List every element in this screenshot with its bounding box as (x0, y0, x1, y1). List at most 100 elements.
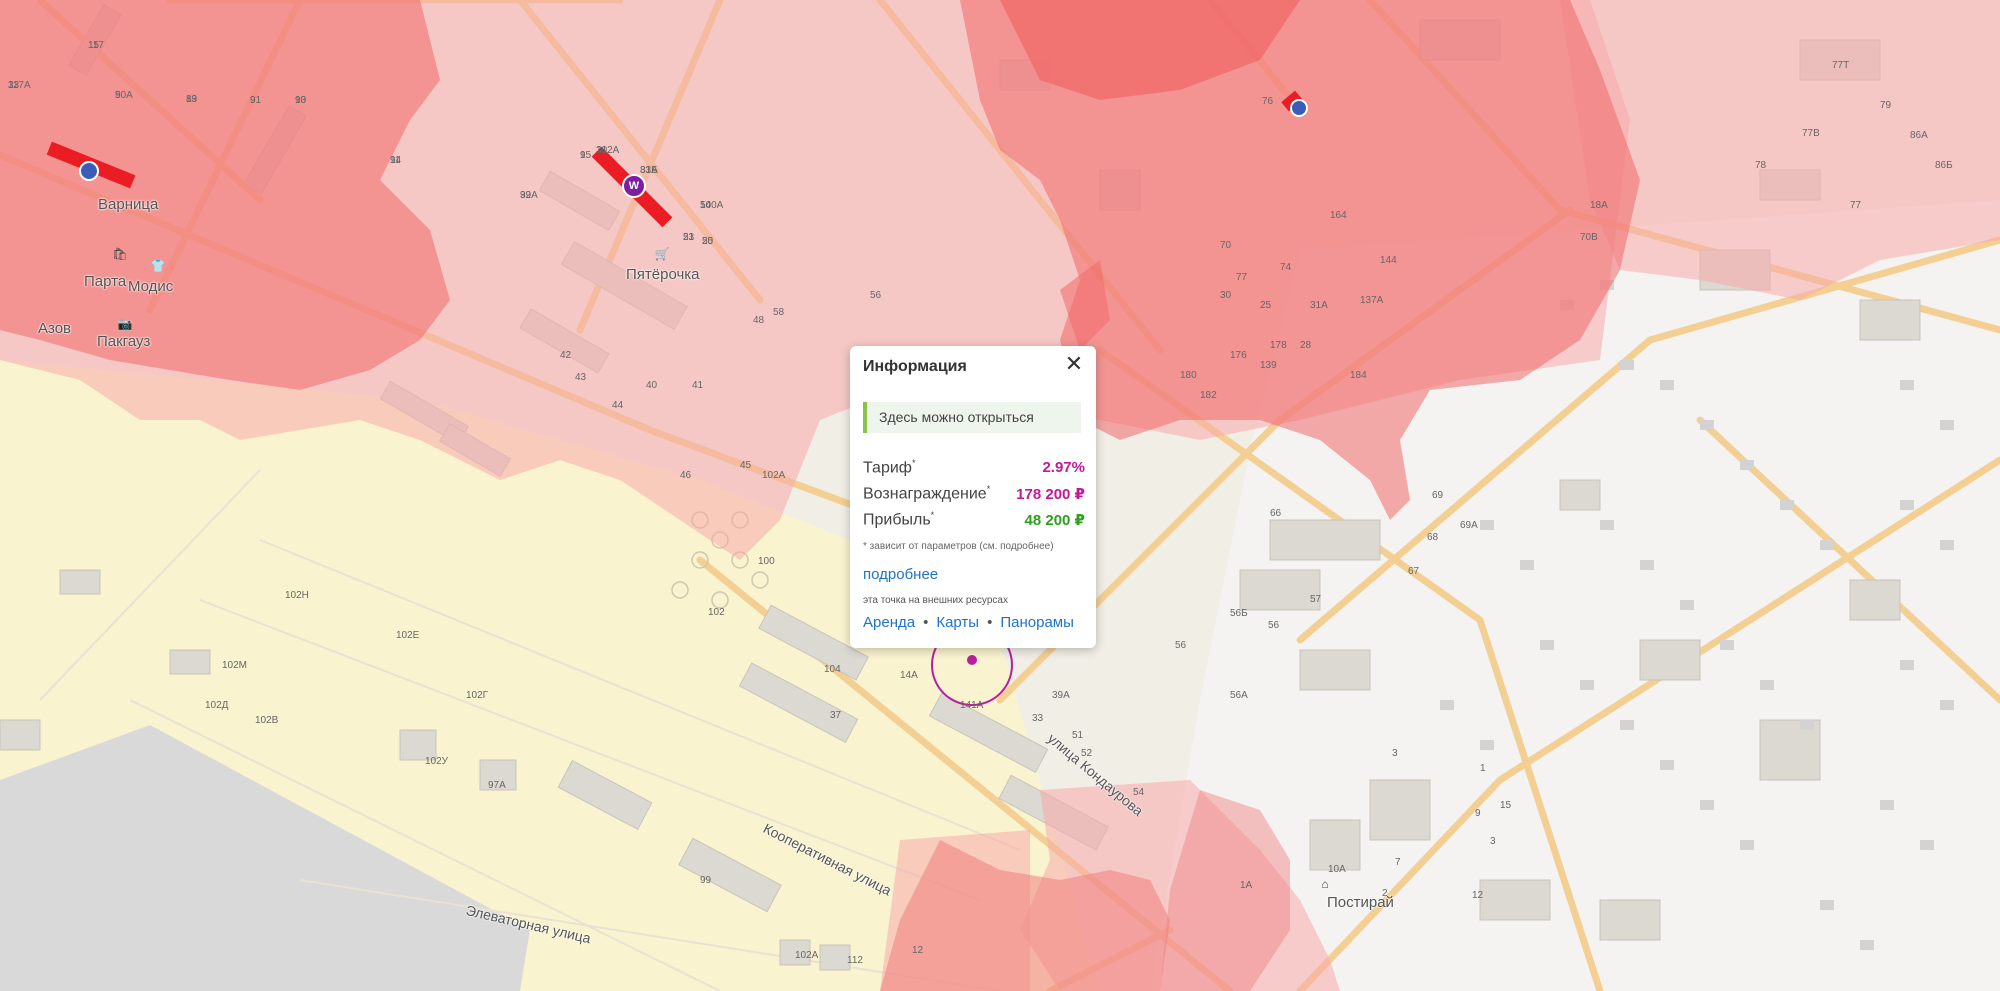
house-number: 33 (8, 80, 20, 91)
house-number: 99 (700, 875, 712, 886)
house-number: 102А (596, 145, 620, 156)
house-number: 102А (795, 950, 819, 961)
house-number: 66 (1270, 508, 1282, 519)
house-number: 58 (773, 307, 785, 318)
selected-point-marker[interactable] (967, 655, 977, 665)
laundry-icon[interactable]: ⌂ (1317, 876, 1333, 892)
house-number: 21 (683, 232, 695, 243)
house-number: 141А (960, 700, 984, 711)
house-number: 77 (1236, 272, 1248, 283)
house-number: 137А (1360, 295, 1384, 306)
house-number: 2 (1382, 888, 1388, 899)
house-number: 13 (186, 94, 198, 105)
house-number: 56Б (1230, 608, 1248, 619)
house-number: 3 (1490, 836, 1496, 847)
house-number: 25 (1260, 300, 1272, 311)
house-number: 180 (1180, 370, 1197, 381)
reward-label: Вознаграждение* (863, 484, 991, 503)
house-number: 102Д (205, 700, 229, 711)
house-number: 86А (1910, 130, 1928, 141)
house-number: 77 (1850, 200, 1862, 211)
pickup-point-icon[interactable] (1290, 99, 1308, 117)
house-number: 9 (1475, 808, 1481, 819)
house-number: 56 (1175, 640, 1187, 651)
link-separator: • (987, 614, 993, 631)
house-number: 3 (1392, 748, 1398, 759)
house-number: 68 (1427, 532, 1439, 543)
house-number: 70В (1580, 232, 1598, 243)
house-number: 178 (1270, 340, 1287, 351)
house-number: 102 (708, 607, 725, 618)
house-number: 31А (1310, 300, 1328, 311)
house-number: 39А (1052, 690, 1070, 701)
house-number: 42 (560, 350, 572, 361)
house-number: 102М (222, 660, 248, 671)
house-number: 102В (255, 715, 279, 726)
external-resources-text: эта точка на внешних ресурсах (863, 595, 1008, 606)
house-number: 33 (1032, 713, 1044, 724)
house-number: 44 (612, 400, 624, 411)
house-number: 11 (390, 155, 401, 166)
house-number: 48 (753, 315, 765, 326)
house-number: 176 (1230, 350, 1247, 361)
house-number: 10 (295, 95, 307, 106)
house-number: 102Г (466, 690, 489, 701)
reward-value: 178 200 ₽ (1016, 486, 1085, 503)
house-number: 78 (1755, 160, 1767, 171)
link-panoramy[interactable]: Панорамы (1000, 614, 1074, 631)
link-separator: • (923, 614, 929, 631)
camera-icon[interactable]: 📷 (117, 316, 133, 332)
popup-title: Информация (863, 358, 967, 375)
house-number: 56А (1230, 690, 1248, 701)
house-number: 12 (1472, 890, 1484, 901)
tariff-label: Тариф* (863, 458, 916, 477)
house-number: 1 (1480, 763, 1486, 774)
profit-label: Прибыль* (863, 510, 935, 529)
house-number: 15 (1500, 800, 1512, 811)
house-number: 10А (1328, 864, 1346, 875)
house-number: 46 (680, 470, 692, 481)
house-number: 102А (762, 470, 786, 481)
close-icon[interactable]: ✕ (1062, 352, 1086, 376)
house-number: 52 (1081, 748, 1093, 759)
house-number: 99А (520, 190, 538, 201)
house-number: 5 (115, 90, 121, 101)
basket-icon[interactable]: 🛒 (654, 246, 670, 262)
house-number: 104 (824, 664, 841, 675)
house-number: 184 (1350, 370, 1367, 381)
clothes-icon[interactable]: 👕 (150, 258, 166, 274)
link-arenda[interactable]: Аренда (863, 614, 915, 631)
house-number: 1А (1240, 880, 1253, 891)
info-popup: Информация ✕ Здесь можно открыться Тариф… (850, 346, 1096, 648)
tariff-value: 2.97% (1042, 459, 1085, 476)
house-number: 9 (250, 95, 256, 106)
house-number: 30 (1220, 290, 1232, 301)
link-karty[interactable]: Карты (936, 614, 979, 631)
shop-icon[interactable]: 🛍 (112, 246, 128, 262)
house-number: 15 (88, 40, 100, 51)
house-number: 40 (646, 380, 658, 391)
status-box: Здесь можно открыться (863, 402, 1081, 433)
house-number: 51 (1072, 730, 1084, 741)
pickup-point-icon[interactable] (79, 161, 99, 181)
wildberries-badge-icon: W (628, 180, 640, 192)
house-number: 1 (580, 150, 586, 161)
house-number: 43 (575, 372, 587, 383)
house-number: 14А (900, 670, 918, 681)
house-number: 54 (1133, 787, 1145, 798)
more-details-link[interactable]: подробнее (863, 566, 938, 583)
house-number: 77В (1802, 128, 1820, 139)
house-number: 102Е (396, 630, 420, 641)
house-number: 18А (1590, 200, 1608, 211)
house-number: 164 (1330, 210, 1347, 221)
house-number: 139 (1260, 360, 1277, 371)
status-text: Здесь можно открыться (879, 409, 1034, 425)
house-number: 76 (1262, 96, 1274, 107)
house-number: 12 (912, 945, 924, 956)
house-number: 144 (1380, 255, 1397, 266)
house-number: 67 (1408, 566, 1420, 577)
house-number: 83А (640, 165, 658, 176)
house-number: 69А (1460, 520, 1478, 531)
house-number: 100 (758, 556, 775, 567)
house-number: 45 (740, 460, 752, 471)
